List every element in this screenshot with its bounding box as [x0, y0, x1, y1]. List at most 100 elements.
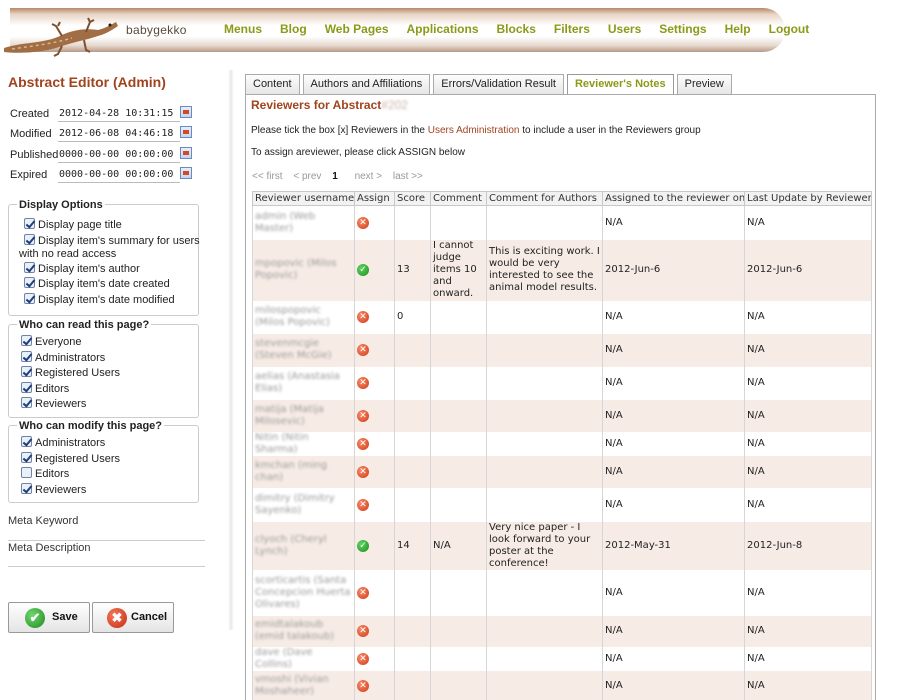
- checkbox[interactable]: [24, 262, 35, 273]
- checkbox[interactable]: [24, 277, 35, 288]
- save-button[interactable]: ✔ Save: [8, 602, 90, 633]
- assign-cell[interactable]: ✕: [354, 487, 395, 522]
- table-row: Nitin (Nitin Sharma) ✕ N/A N/A: [252, 431, 872, 456]
- created-date-input[interactable]: 2012-04-28 10:31:15: [58, 108, 180, 122]
- nav-link[interactable]: Blocks: [497, 22, 536, 36]
- tab-authors-and-affiliations[interactable]: Authors and Affiliations: [302, 74, 431, 94]
- assign-cell[interactable]: ✕: [354, 455, 395, 488]
- checkbox[interactable]: [24, 293, 35, 304]
- tab-content[interactable]: Content: [245, 74, 300, 94]
- pager-last[interactable]: last >>: [393, 171, 423, 182]
- score-cell: [394, 333, 431, 367]
- assigned-on-cell: N/A: [602, 333, 745, 367]
- checkbox[interactable]: [21, 397, 32, 408]
- nav-link[interactable]: Applications: [407, 22, 479, 36]
- modify-registered-users[interactable]: Registered Users: [21, 452, 120, 465]
- pager-first[interactable]: << first: [252, 171, 283, 182]
- read-editors[interactable]: Editors: [21, 382, 69, 395]
- option-label: Reviewers: [35, 398, 87, 410]
- modify-reviewers[interactable]: Reviewers: [21, 483, 86, 496]
- assign-cell[interactable]: ✕: [354, 646, 395, 671]
- tab-preview[interactable]: Preview: [676, 74, 732, 94]
- unassigned-cross-icon[interactable]: ✕: [357, 437, 369, 450]
- nav-link[interactable]: Users: [608, 22, 641, 36]
- checkbox[interactable]: [21, 452, 32, 463]
- checkbox[interactable]: [24, 234, 35, 245]
- published-date-input[interactable]: 0000-00-00 00:00:00: [58, 149, 180, 163]
- gecko-logo-icon[interactable]: [2, 8, 120, 58]
- modify-administrators[interactable]: Administrators: [21, 436, 105, 449]
- assign-cell[interactable]: ✓: [354, 239, 395, 301]
- nav-link[interactable]: Settings: [659, 22, 706, 36]
- meta-description-input[interactable]: [8, 566, 205, 567]
- checkbox[interactable]: [21, 366, 32, 377]
- option-display-date-created[interactable]: Display item's date created: [24, 277, 170, 290]
- calendar-icon[interactable]: [180, 126, 192, 138]
- unassigned-cross-icon[interactable]: ✕: [357, 679, 369, 692]
- expired-date-input[interactable]: 0000-00-00 00:00:00: [58, 169, 180, 183]
- checkbox[interactable]: [21, 436, 32, 447]
- nav-link[interactable]: Filters: [554, 22, 590, 36]
- unassigned-cross-icon[interactable]: ✕: [357, 586, 369, 599]
- meta-keyword-input[interactable]: [8, 540, 205, 541]
- nav-link[interactable]: Blog: [280, 22, 307, 36]
- tab-reviewer-s-notes[interactable]: Reviewer's Notes: [566, 74, 674, 95]
- column-header: Comment: [430, 191, 487, 206]
- unassigned-cross-icon[interactable]: ✕: [357, 344, 369, 356]
- calendar-icon[interactable]: [180, 167, 192, 179]
- users-administration-link[interactable]: Users Administration: [428, 125, 520, 136]
- assign-cell[interactable]: ✕: [354, 615, 395, 647]
- checkbox[interactable]: [21, 351, 32, 362]
- checkbox[interactable]: [21, 483, 32, 494]
- nav-link[interactable]: Menus: [224, 22, 262, 36]
- checkbox[interactable]: [21, 335, 32, 346]
- unassigned-cross-icon[interactable]: ✕: [357, 311, 369, 323]
- assign-cell[interactable]: ✓: [354, 521, 395, 570]
- modify-editors[interactable]: Editors: [21, 467, 69, 480]
- option-display-date-modified[interactable]: Display item's date modified: [24, 293, 175, 306]
- tab-errors-validation-result[interactable]: Errors/Validation Result: [433, 74, 564, 94]
- read-registered-users[interactable]: Registered Users: [21, 366, 120, 379]
- option-display-author[interactable]: Display item's author: [24, 262, 140, 275]
- unassigned-cross-icon[interactable]: ✕: [357, 498, 369, 511]
- modified-date-input[interactable]: 2012-06-08 04:46:18: [58, 128, 180, 142]
- calendar-icon[interactable]: [180, 147, 192, 159]
- cancel-button[interactable]: ✖ Cancel: [92, 602, 174, 633]
- calendar-icon[interactable]: [180, 106, 192, 118]
- assign-cell[interactable]: ✕: [354, 431, 395, 456]
- read-everyone[interactable]: Everyone: [21, 335, 81, 348]
- option-display-summary[interactable]: Display item's summary for users: [24, 234, 200, 247]
- unassigned-cross-icon[interactable]: ✕: [357, 652, 369, 665]
- nav-link[interactable]: Help: [725, 22, 751, 36]
- nav-link[interactable]: Web Pages: [325, 22, 389, 36]
- table-body: admin (Web Master) ✕ N/A N/A mpopovic (Milos…: [252, 205, 872, 700]
- assign-cell[interactable]: ✕: [354, 333, 395, 367]
- assigned-check-icon[interactable]: ✓: [357, 539, 369, 552]
- read-reviewers[interactable]: Reviewers: [21, 397, 86, 410]
- read-administrators[interactable]: Administrators: [21, 351, 105, 364]
- assign-cell[interactable]: ✕: [354, 366, 395, 400]
- assign-cell[interactable]: ✕: [354, 670, 395, 700]
- assign-cell[interactable]: ✕: [354, 205, 395, 240]
- assign-cell[interactable]: ✕: [354, 300, 395, 334]
- assigned-on-cell: N/A: [602, 487, 745, 522]
- assign-cell[interactable]: ✕: [354, 399, 395, 432]
- unassigned-cross-icon[interactable]: ✕: [357, 377, 369, 389]
- pager-prev[interactable]: < prev: [293, 171, 321, 182]
- reviewer-username-cell: milospopovic (Milos Popovic): [252, 300, 355, 334]
- checkbox[interactable]: [21, 467, 32, 478]
- pager-next[interactable]: next >: [355, 171, 383, 182]
- assign-cell[interactable]: ✕: [354, 569, 395, 616]
- unassigned-cross-icon[interactable]: ✕: [357, 216, 369, 229]
- unassigned-cross-icon[interactable]: ✕: [357, 625, 369, 637]
- reviewer-username: dimitry (Dimitry Sayenko): [255, 492, 335, 516]
- option-label: Registered Users: [35, 453, 120, 465]
- assigned-check-icon[interactable]: ✓: [357, 264, 369, 276]
- column-header: Score: [394, 191, 431, 206]
- option-display-page-title[interactable]: Display page title: [24, 218, 122, 231]
- nav-link[interactable]: Logout: [769, 22, 810, 36]
- unassigned-cross-icon[interactable]: ✕: [357, 465, 369, 478]
- checkbox[interactable]: [24, 218, 35, 229]
- unassigned-cross-icon[interactable]: ✕: [357, 409, 369, 422]
- checkbox[interactable]: [21, 382, 32, 393]
